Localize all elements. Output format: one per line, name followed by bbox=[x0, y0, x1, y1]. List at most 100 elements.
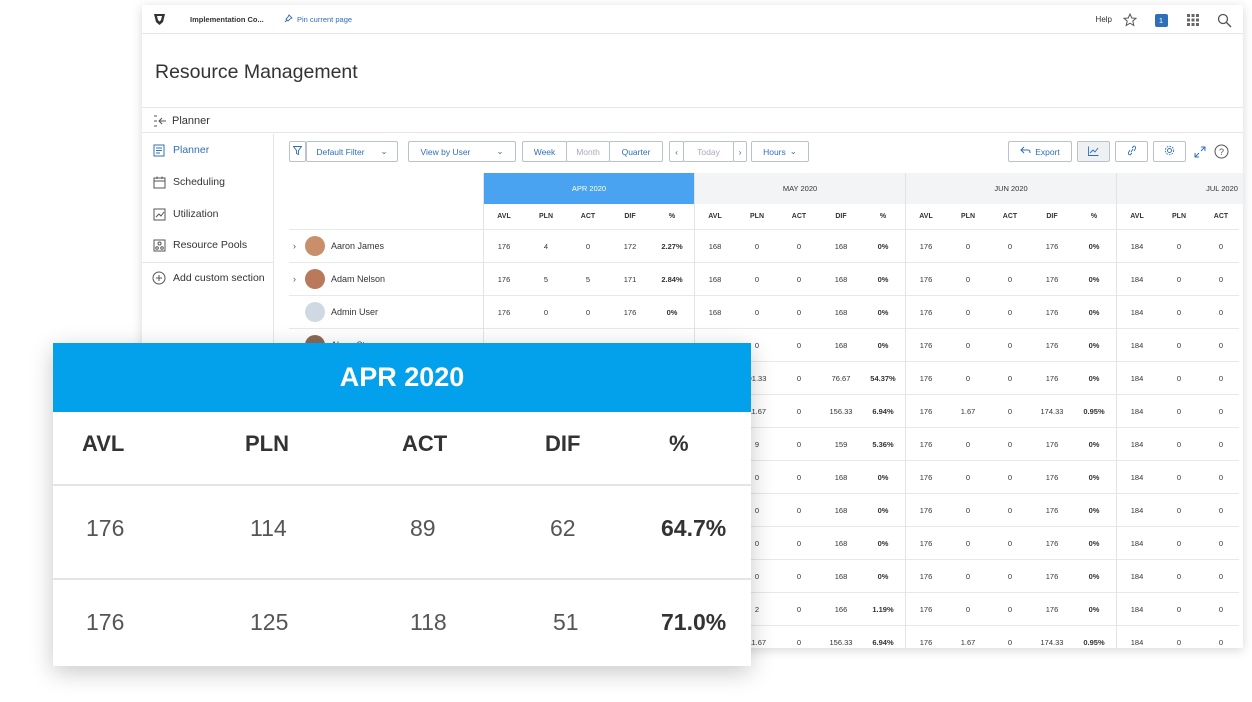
prev-period-button[interactable]: ‹ bbox=[669, 141, 684, 162]
table-cell: 0 bbox=[1218, 307, 1224, 317]
table-row[interactable]: › Adam Nelson 176 5 5 171 2.84% 168 0 0 168 0% 176 0 0… bbox=[289, 262, 1239, 295]
chevron-down-icon: ⌄ bbox=[496, 146, 504, 156]
search-icon[interactable] bbox=[1216, 12, 1232, 28]
table-cell: 168 bbox=[834, 307, 848, 317]
star-icon[interactable] bbox=[1122, 12, 1138, 28]
export-label: Export bbox=[1035, 146, 1060, 157]
month-button[interactable]: Month bbox=[566, 141, 610, 162]
quarter-button[interactable]: Quarter bbox=[609, 141, 663, 162]
sidebar-item-label: Resource Pools bbox=[173, 239, 248, 251]
table-row[interactable]: › Aaron James 176 4 0 172 2.27% 168 0 0 168 0% 176 0 0… bbox=[289, 229, 1239, 262]
table-cell: 168 bbox=[834, 505, 848, 515]
expand-chevron-icon[interactable]: › bbox=[293, 274, 296, 284]
table-cell: 0% bbox=[666, 307, 678, 317]
table-cell: 0 bbox=[796, 340, 802, 350]
table-cell: 184 bbox=[1130, 538, 1144, 548]
add-custom-section[interactable]: Add custom section bbox=[142, 267, 274, 289]
table-cell: 0% bbox=[877, 241, 889, 251]
zoom-row2-avl: 176 bbox=[86, 609, 125, 635]
table-cell: 0% bbox=[1088, 340, 1100, 350]
table-cell: 5 bbox=[543, 274, 549, 284]
table-cell: 184 bbox=[1130, 472, 1144, 482]
table-cell: 0 bbox=[1176, 604, 1182, 614]
table-cell: 0 bbox=[754, 274, 760, 284]
column-header: PLN bbox=[750, 213, 764, 220]
table-cell: 0 bbox=[1007, 604, 1013, 614]
table-cell: 0 bbox=[1176, 307, 1182, 317]
table-cell: 2.84% bbox=[661, 274, 683, 284]
table-cell: 4 bbox=[543, 241, 549, 251]
sidebar-item-resource-pools[interactable]: Resource Pools bbox=[142, 234, 274, 256]
zoom-row1-avl: 176 bbox=[86, 515, 125, 541]
table-cell: 0 bbox=[1007, 406, 1013, 416]
zoom-row2-act: 118 bbox=[410, 609, 447, 635]
table-cell: 0 bbox=[1007, 307, 1013, 317]
table-cell: 176 bbox=[919, 241, 933, 251]
planner-toolbar: Default Filter ⌄ View by User ⌄ Week Mon… bbox=[289, 141, 1243, 163]
table-cell: 168 bbox=[834, 538, 848, 548]
table-cell: 184 bbox=[1130, 571, 1144, 581]
pin-current-page[interactable]: Pin current page bbox=[284, 14, 352, 25]
table-cell: 0 bbox=[1218, 439, 1224, 449]
user-name[interactable]: Adam Nelson bbox=[331, 263, 385, 295]
chart-view-button[interactable] bbox=[1077, 141, 1110, 162]
table-cell: 168 bbox=[708, 241, 722, 251]
table-cell: 168 bbox=[834, 340, 848, 350]
table-row[interactable]: Admin User 176 0 0 176 0% 168 0 0 168 0% 176 0 0 176 0%… bbox=[289, 295, 1239, 328]
today-button[interactable]: Today bbox=[683, 141, 734, 162]
table-cell: 0% bbox=[877, 571, 889, 581]
table-cell: 184 bbox=[1130, 604, 1144, 614]
filter-funnel-button[interactable] bbox=[289, 141, 306, 162]
table-cell: 176 bbox=[1045, 241, 1059, 251]
add-circle-icon bbox=[151, 270, 167, 286]
help-link[interactable]: Help bbox=[1096, 15, 1112, 24]
export-button[interactable]: Export bbox=[1008, 141, 1072, 162]
table-cell: 0% bbox=[1088, 307, 1100, 317]
logo-icon[interactable] bbox=[152, 12, 167, 27]
notification-count: 1 bbox=[1154, 13, 1168, 27]
collapse-nav-icon[interactable] bbox=[153, 114, 167, 132]
settings-button[interactable] bbox=[1153, 141, 1186, 162]
user-name[interactable]: Admin User bbox=[331, 296, 378, 328]
next-period-button[interactable]: › bbox=[733, 141, 747, 162]
table-cell: 0 bbox=[1007, 241, 1013, 251]
view-by-dropdown[interactable]: View by User ⌄ bbox=[408, 141, 516, 162]
table-cell: 171 bbox=[623, 274, 637, 284]
table-cell: 0 bbox=[1176, 406, 1182, 416]
sidebar-item-planner[interactable]: Planner bbox=[142, 139, 274, 161]
user-name[interactable]: Aaron James bbox=[331, 230, 384, 262]
week-button[interactable]: Week bbox=[522, 141, 567, 162]
table-cell: 176 bbox=[1045, 340, 1059, 350]
table-cell: 0 bbox=[965, 274, 971, 284]
table-cell: 0.95% bbox=[1083, 637, 1105, 647]
sidebar-item-scheduling[interactable]: Scheduling bbox=[142, 171, 274, 193]
help-circle-icon[interactable]: ? bbox=[1214, 144, 1229, 164]
apps-grid-icon[interactable] bbox=[1185, 12, 1201, 28]
default-filter-dropdown[interactable]: Default Filter ⌄ bbox=[306, 141, 398, 162]
nav-divider bbox=[142, 262, 274, 263]
expand-chevron-icon[interactable]: › bbox=[293, 241, 296, 251]
table-cell: 0 bbox=[1218, 637, 1224, 647]
table-cell: 0 bbox=[1007, 439, 1013, 449]
table-cell: 0% bbox=[877, 538, 889, 548]
table-cell: 0 bbox=[1176, 472, 1182, 482]
notifications-badge[interactable]: 1 bbox=[1153, 12, 1169, 28]
gear-icon bbox=[1164, 145, 1175, 158]
hours-dropdown[interactable]: Hours ⌄ bbox=[751, 141, 809, 162]
app-title[interactable]: Implementation Co... bbox=[190, 15, 264, 24]
table-cell: 166 bbox=[834, 604, 848, 614]
table-cell: 176 bbox=[1045, 604, 1059, 614]
planner-bar: Planner bbox=[142, 107, 1243, 133]
table-cell: 54.37% bbox=[870, 373, 896, 383]
table-cell: 0 bbox=[965, 538, 971, 548]
avatar bbox=[305, 236, 325, 256]
column-divider bbox=[905, 204, 906, 648]
table-cell: 0 bbox=[1176, 373, 1182, 383]
table-cell: 0 bbox=[754, 307, 760, 317]
sidebar-item-utilization[interactable]: Utilization bbox=[142, 203, 274, 225]
table-cell: 176 bbox=[919, 571, 933, 581]
link-button[interactable] bbox=[1115, 141, 1148, 162]
column-header: AVL bbox=[1130, 213, 1144, 220]
expand-icon[interactable] bbox=[1194, 145, 1206, 163]
table-cell: 0 bbox=[965, 340, 971, 350]
